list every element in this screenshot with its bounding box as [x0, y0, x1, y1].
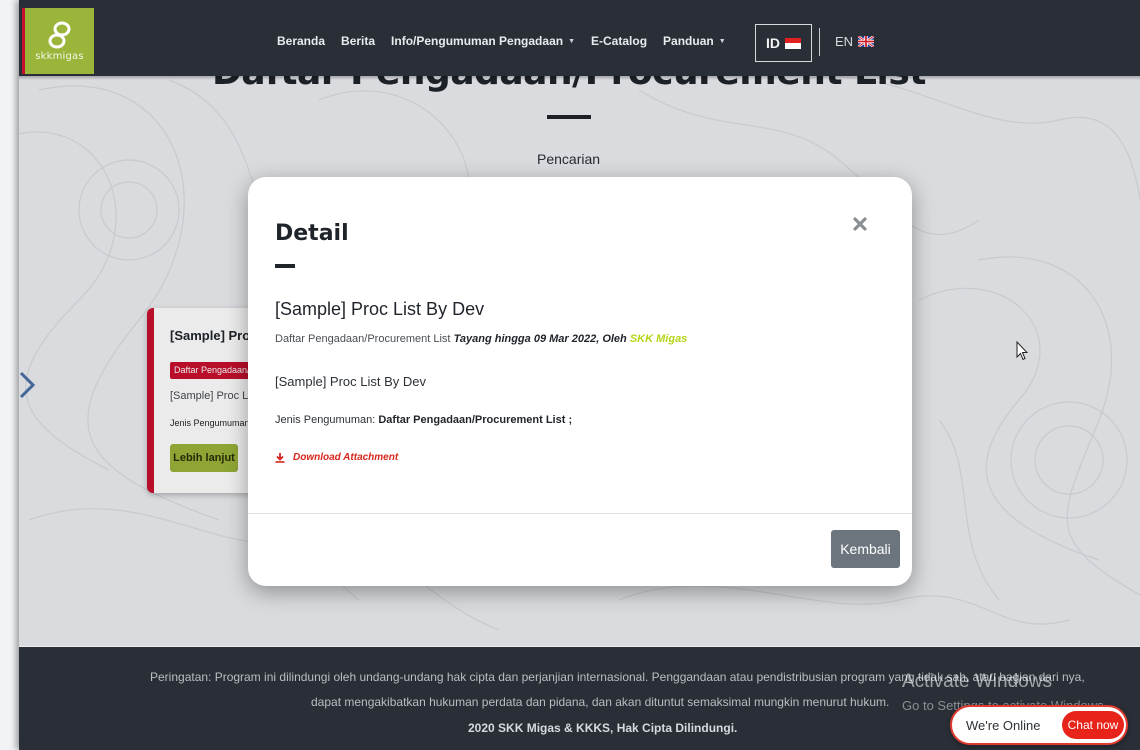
main-nav: Beranda Berita Info/Pengumuman Pengadaan…	[277, 34, 742, 48]
logo-text: skkmigas	[35, 50, 84, 62]
top-navbar: skkmigas Beranda Berita Info/Pengumuman …	[19, 0, 1140, 76]
nav-item-label: Beranda	[277, 34, 326, 48]
caret-down-icon: ▼	[718, 38, 726, 45]
uk-flag-icon	[858, 36, 875, 47]
nav-item-berita[interactable]: Berita	[341, 34, 375, 48]
browser-viewport: Daftar Pengadaan/Procurement List Pencar…	[19, 0, 1140, 750]
download-icon	[275, 452, 285, 463]
announcement-type-value: Daftar Pengadaan/Procurement List ;	[378, 414, 573, 426]
modal-footer-divider	[248, 513, 912, 514]
caret-down-icon: ▼	[568, 38, 576, 45]
modal-title: Detail	[275, 221, 349, 246]
nav-item-label: E-Catalog	[591, 34, 648, 48]
download-attachment-link[interactable]: Download Attachment	[275, 452, 398, 463]
logo[interactable]: skkmigas	[22, 8, 94, 74]
nav-item-label: Panduan	[663, 34, 714, 48]
footer-copyright: 2020 SKK Migas & KKKS, Hak Cipta Dilindu…	[468, 721, 738, 735]
back-button[interactable]: Kembali	[831, 530, 900, 568]
chat-widget[interactable]: We're Online Chat now	[950, 705, 1128, 745]
detail-organization[interactable]: SKK Migas	[630, 333, 687, 345]
close-icon[interactable]	[851, 215, 869, 233]
nav-item-e-catalog[interactable]: E-Catalog	[591, 34, 647, 48]
detail-category: Daftar Pengadaan/Procurement List	[275, 333, 451, 345]
nav-item-info-pengumuman[interactable]: Info/Pengumuman Pengadaan ▼	[391, 34, 575, 48]
logo-mark-icon	[48, 21, 70, 48]
announcement-type-label: Jenis Pengumuman:	[275, 414, 376, 426]
detail-announcement-type: Jenis Pengumuman: Daftar Pengadaan/Procu…	[275, 414, 572, 426]
nav-item-label: Berita	[341, 34, 376, 48]
language-en-button[interactable]: EN	[835, 34, 875, 49]
download-attachment-label: Download Attachment	[293, 452, 399, 463]
language-en-label: EN	[835, 34, 854, 49]
chat-status: We're Online	[966, 718, 1041, 733]
navbar-shadow	[19, 76, 1140, 80]
detail-heading: [Sample] Proc List By Dev	[275, 299, 485, 319]
modal-title-divider	[275, 264, 295, 268]
left-gutter	[0, 0, 19, 750]
indonesia-flag-icon	[785, 37, 801, 49]
detail-subtitle: Daftar Pengadaan/Procurement List Tayang…	[275, 333, 687, 345]
nav-item-label: Info/Pengumuman Pengadaan	[391, 34, 564, 48]
language-id-label: ID	[766, 35, 780, 51]
language-id-button[interactable]: ID	[755, 24, 812, 62]
nav-item-beranda[interactable]: Beranda	[277, 34, 325, 48]
mouse-cursor-icon	[1016, 341, 1028, 361]
footer-warning-line2: dapat mengakibatkan hukuman perdata dan …	[311, 695, 890, 709]
chat-now-button[interactable]: Chat now	[1062, 711, 1124, 739]
detail-body: [Sample] Proc List By Dev	[275, 374, 426, 389]
detail-publish-date: Tayang hingga 09 Mar 2022, Oleh	[453, 333, 627, 345]
language-divider	[819, 28, 820, 56]
nav-item-panduan[interactable]: Panduan ▼	[663, 34, 726, 48]
detail-modal: Detail [Sample] Proc List By Dev Daftar …	[248, 177, 912, 586]
windows-activation-title: Activate Windows	[902, 671, 1052, 692]
